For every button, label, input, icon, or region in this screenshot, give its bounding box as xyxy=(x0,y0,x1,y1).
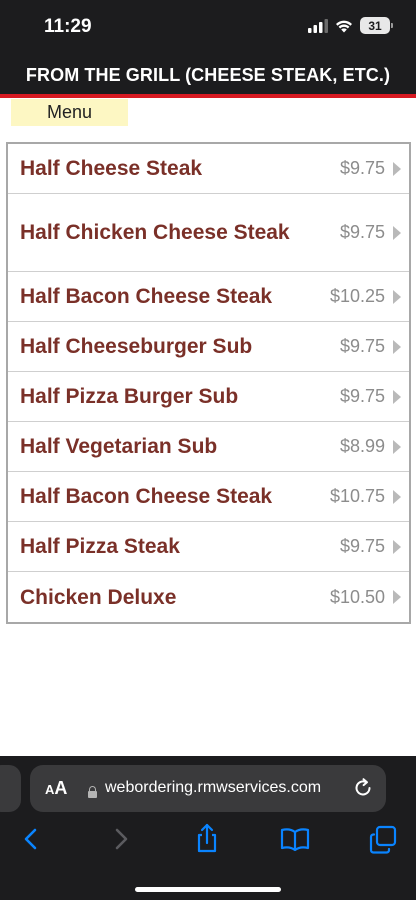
item-price: $10.75 xyxy=(329,486,385,506)
item-name: Half Chicken Cheese Steak xyxy=(20,221,290,244)
chevron-right-icon xyxy=(393,439,401,454)
menu-tab[interactable]: Menu xyxy=(11,99,128,126)
list-item[interactable]: Chicken Deluxe $10.50 xyxy=(8,572,409,622)
lock-icon xyxy=(88,786,97,798)
reload-icon[interactable] xyxy=(352,777,374,799)
address-bar[interactable]: AA webordering.rmwservices.com xyxy=(30,765,386,812)
item-name: Half Bacon Cheese Steak xyxy=(20,485,273,508)
chevron-right-icon xyxy=(393,590,401,604)
status-bar: 11:29 31 xyxy=(0,0,416,56)
list-item[interactable]: Half Cheese Steak $9.75 xyxy=(8,144,409,194)
item-price: $9.75 xyxy=(339,222,385,242)
tabs-icon[interactable] xyxy=(366,822,400,856)
page-header: FROM THE GRILL (CHEESE STEAK, ETC.) xyxy=(0,56,416,94)
menu-item-list: Half Cheese Steak $9.75 Half Chicken Che… xyxy=(6,142,411,624)
reader-settings-button[interactable]: AA xyxy=(45,778,67,799)
signal-icon xyxy=(308,18,328,33)
list-item[interactable]: Half Bacon Cheese Steak $10.75 xyxy=(8,472,409,522)
item-name: Half Cheeseburger Sub xyxy=(20,335,253,358)
item-price: $10.25 xyxy=(329,286,385,306)
item-name: Half Pizza Burger Sub xyxy=(20,385,239,408)
item-name: Half Vegetarian Sub xyxy=(20,435,218,458)
status-time: 11:29 xyxy=(44,16,92,37)
wifi-icon xyxy=(336,20,352,32)
item-name: Half Bacon Cheese Steak xyxy=(20,285,273,308)
home-indicator xyxy=(135,887,281,892)
list-item[interactable]: Half Chicken Cheese Steak $9.75 xyxy=(8,194,409,272)
chevron-right-icon xyxy=(393,489,401,504)
chevron-right-icon xyxy=(393,225,401,240)
list-item[interactable]: Half Cheeseburger Sub $9.75 xyxy=(8,322,409,372)
list-item[interactable]: Half Vegetarian Sub $8.99 xyxy=(8,422,409,472)
header-stripe xyxy=(0,94,416,98)
list-item[interactable]: Half Pizza Steak $9.75 xyxy=(8,522,409,572)
share-icon[interactable] xyxy=(190,822,224,856)
item-price: $9.75 xyxy=(339,158,385,178)
item-price: $10.50 xyxy=(329,586,385,607)
battery-icon: 31 xyxy=(360,17,393,34)
page-title: FROM THE GRILL (CHEESE STEAK, ETC.) xyxy=(25,64,391,85)
item-name: Half Cheese Steak xyxy=(20,157,203,180)
chevron-right-icon xyxy=(393,289,401,304)
item-price: $8.99 xyxy=(339,436,385,456)
chevron-right-icon xyxy=(393,389,401,404)
list-item[interactable]: Half Pizza Burger Sub $9.75 xyxy=(8,372,409,422)
back-icon[interactable] xyxy=(14,822,48,856)
item-name: Half Pizza Steak xyxy=(20,535,180,558)
url-text[interactable]: webordering.rmwservices.com xyxy=(105,779,321,797)
item-price: $9.75 xyxy=(339,336,385,356)
chevron-right-icon xyxy=(393,161,401,176)
status-icons: 31 xyxy=(308,17,393,34)
item-price: $9.75 xyxy=(339,536,385,556)
chevron-right-icon xyxy=(393,539,401,554)
item-name: Chicken Deluxe xyxy=(20,585,177,609)
browser-nav-row xyxy=(0,822,416,862)
browser-toolbar: AA webordering.rmwservices.com xyxy=(0,756,416,900)
bookmarks-icon[interactable] xyxy=(278,822,312,856)
item-price: $9.75 xyxy=(339,386,385,406)
forward-icon[interactable] xyxy=(104,822,138,856)
list-item[interactable]: Half Bacon Cheese Steak $10.25 xyxy=(8,272,409,322)
battery-level: 31 xyxy=(368,18,382,33)
chevron-right-icon xyxy=(393,339,401,354)
previous-tab-preview[interactable] xyxy=(0,765,21,812)
